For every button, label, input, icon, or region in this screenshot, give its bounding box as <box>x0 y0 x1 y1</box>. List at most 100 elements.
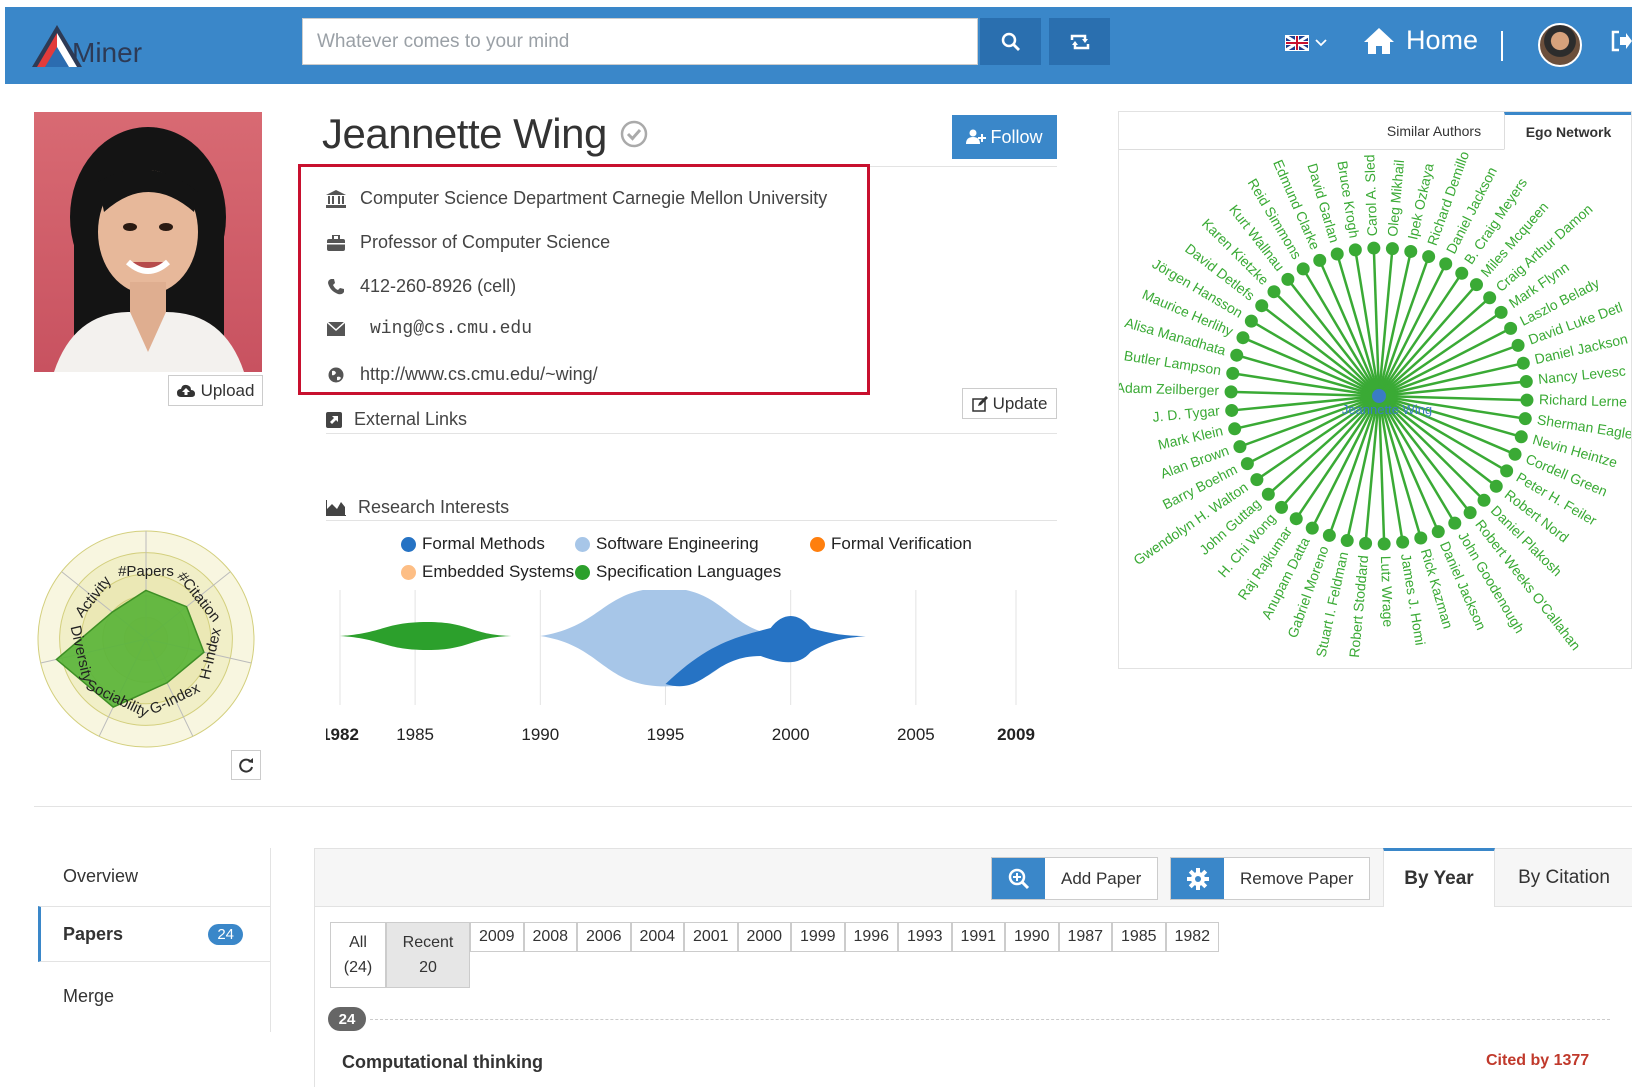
ego-node[interactable] <box>1477 493 1491 507</box>
ego-node[interactable] <box>1508 447 1522 461</box>
year-filter-1993[interactable]: 1993 <box>898 922 952 952</box>
ego-node[interactable] <box>1313 253 1327 267</box>
ego-node[interactable] <box>1305 521 1319 535</box>
ego-node[interactable] <box>1483 291 1497 305</box>
ego-node[interactable] <box>1422 250 1436 264</box>
ego-node[interactable] <box>1236 331 1250 345</box>
tab-ego-network[interactable]: Ego Network <box>1504 112 1631 150</box>
ego-node[interactable] <box>1367 241 1381 255</box>
ego-node[interactable] <box>1226 366 1240 380</box>
ego-node[interactable] <box>1469 278 1483 292</box>
ego-node[interactable] <box>1519 375 1533 389</box>
ego-node[interactable] <box>1448 516 1462 530</box>
legend-item-formal-verification[interactable]: Formal Verification <box>810 534 972 554</box>
aminer-logo[interactable]: Miner <box>27 17 167 77</box>
ego-node[interactable] <box>1250 473 1264 487</box>
follow-button[interactable]: Follow <box>952 115 1057 159</box>
ego-node[interactable] <box>1455 266 1469 280</box>
user-avatar[interactable] <box>1538 23 1582 67</box>
upload-photo-button[interactable]: Upload <box>168 375 263 406</box>
ego-node[interactable] <box>1414 531 1428 545</box>
ego-node[interactable] <box>1494 305 1508 319</box>
side-nav-merge[interactable]: Merge <box>38 968 271 1024</box>
switch-search-button[interactable] <box>1049 18 1110 65</box>
ego-center-node[interactable] <box>1372 389 1386 403</box>
ego-node[interactable] <box>1225 403 1239 417</box>
ego-node-label[interactable]: Carol A. Sled <box>1361 154 1380 236</box>
year-filter-2008[interactable]: 2008 <box>523 922 577 952</box>
ego-node[interactable] <box>1396 535 1410 549</box>
home-link[interactable]: Home <box>1362 25 1478 56</box>
ego-node-label[interactable]: Oleg Mikhail <box>1384 159 1407 237</box>
year-filter-1982[interactable]: 1982 <box>1165 922 1219 952</box>
ego-node[interactable] <box>1230 348 1244 362</box>
sort-by-citation-tab[interactable]: By Citation <box>1495 849 1632 907</box>
language-selector[interactable] <box>1285 35 1327 51</box>
ego-node[interactable] <box>1377 537 1391 551</box>
paper-citation-count[interactable]: Cited by 1377 <box>1486 1052 1589 1070</box>
ego-node-label[interactable]: Lutz Wrage <box>1378 556 1396 628</box>
year-filter-2006[interactable]: 2006 <box>577 922 631 952</box>
ego-node[interactable] <box>1322 528 1336 542</box>
ego-node[interactable] <box>1296 262 1310 276</box>
year-filter-2004[interactable]: 2004 <box>630 922 684 952</box>
legend-item-formal-methods[interactable]: Formal Methods <box>401 534 545 554</box>
ego-node[interactable] <box>1255 299 1269 313</box>
ego-node[interactable] <box>1511 338 1525 352</box>
ego-node[interactable] <box>1516 356 1530 370</box>
external-links-header[interactable]: External Links <box>326 409 467 430</box>
ego-node-label[interactable]: Nancy Levesc <box>1537 363 1626 388</box>
ego-node[interactable] <box>1261 487 1275 501</box>
side-nav-overview[interactable]: Overview <box>38 848 271 904</box>
tab-similar-authors[interactable]: Similar Authors <box>1364 112 1504 150</box>
ego-node-label[interactable]: Richard Lerne <box>1539 391 1628 409</box>
ego-node[interactable] <box>1289 512 1303 526</box>
paper-title-link[interactable]: Computational thinking <box>342 1052 543 1073</box>
ego-node[interactable] <box>1340 534 1354 548</box>
year-filter-2009[interactable]: 2009 <box>470 922 524 952</box>
ego-node-label[interactable]: Adam Zeilberger <box>1119 379 1220 398</box>
ego-node[interactable] <box>1228 422 1242 436</box>
ego-node-label[interactable]: J. D. Tygar <box>1152 402 1221 425</box>
year-filter-2001[interactable]: 2001 <box>684 922 738 952</box>
logout-button[interactable] <box>1610 29 1632 58</box>
ego-node[interactable] <box>1463 506 1477 520</box>
ego-node[interactable] <box>1385 242 1399 256</box>
ego-node[interactable] <box>1267 285 1281 299</box>
ego-node[interactable] <box>1233 440 1247 454</box>
ego-node[interactable] <box>1504 321 1518 335</box>
year-filter-1999[interactable]: 1999 <box>791 922 845 952</box>
search-button[interactable] <box>980 18 1041 65</box>
side-nav-papers[interactable]: Papers 24 <box>38 906 271 962</box>
year-filter-1990[interactable]: 1990 <box>1005 922 1059 952</box>
ego-node[interactable] <box>1281 272 1295 286</box>
filter-all[interactable]: All (24) <box>330 922 386 988</box>
filter-recent[interactable]: Recent 20 <box>386 922 470 988</box>
ego-node[interactable] <box>1500 464 1514 478</box>
ego-node[interactable] <box>1518 412 1532 426</box>
ego-node[interactable] <box>1348 243 1362 257</box>
ego-node[interactable] <box>1330 247 1344 261</box>
search-input[interactable] <box>302 18 978 65</box>
ego-node[interactable] <box>1489 479 1503 493</box>
legend-item-specification-languages[interactable]: Specification Languages <box>575 562 781 582</box>
year-filter-1996[interactable]: 1996 <box>844 922 898 952</box>
year-filter-2000[interactable]: 2000 <box>737 922 791 952</box>
update-profile-button[interactable]: Update <box>962 388 1057 419</box>
email-text[interactable]: wing@cs.cmu.edu <box>370 319 532 339</box>
year-filter-1987[interactable]: 1987 <box>1058 922 1112 952</box>
remove-paper-button[interactable]: Remove Paper <box>1170 857 1371 900</box>
ego-node[interactable] <box>1439 257 1453 271</box>
radar-refresh-button[interactable] <box>231 750 261 780</box>
homepage-link[interactable]: http://www.cs.cmu.edu/~wing/ <box>360 364 598 385</box>
ego-node[interactable] <box>1275 500 1289 514</box>
ego-node[interactable] <box>1359 536 1373 550</box>
ego-node[interactable] <box>1431 525 1445 539</box>
ego-node[interactable] <box>1520 393 1534 407</box>
ego-node[interactable] <box>1240 457 1254 471</box>
sort-by-year-tab[interactable]: By Year <box>1383 848 1495 907</box>
ego-node[interactable] <box>1404 244 1418 258</box>
ego-node[interactable] <box>1514 430 1528 444</box>
ego-node-label[interactable]: Robert Stoddard <box>1346 554 1371 658</box>
legend-item-software-engineering[interactable]: Software Engineering <box>575 534 759 554</box>
